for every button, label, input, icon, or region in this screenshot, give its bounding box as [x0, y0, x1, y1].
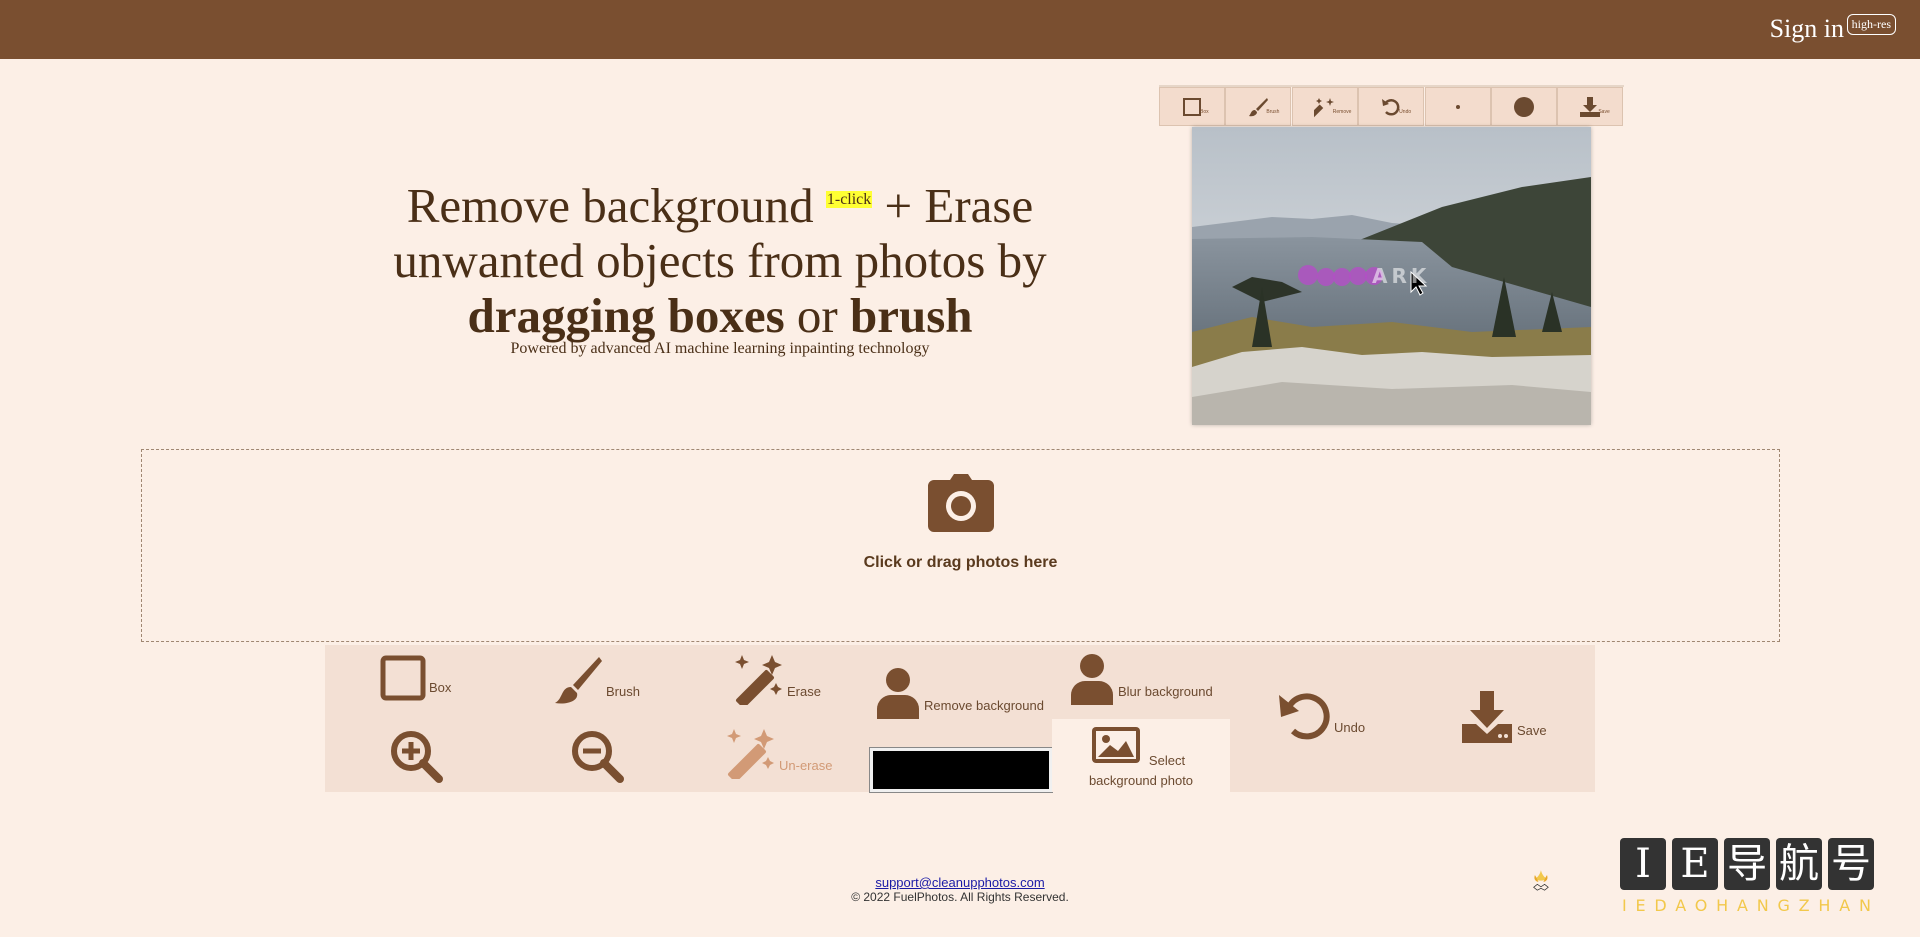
brush-tool-button[interactable]: Brush [553, 655, 640, 705]
tools-panel: Box Brush Erase Remove background Blur b… [325, 645, 1595, 793]
top-bar: Sign in high-res [0, 0, 1920, 59]
save-tool-button[interactable]: Save [1460, 690, 1547, 744]
square-icon [380, 655, 426, 701]
download-icon [1462, 691, 1512, 743]
lotus-logo [1533, 870, 1549, 891]
demo-large-brush-button[interactable] [1490, 87, 1557, 126]
tool-label: Save [1517, 723, 1547, 738]
hero-text: Remove background [406, 178, 826, 233]
magic-wand-icon [735, 655, 782, 705]
support-email-link[interactable]: support@cleanupphotos.com [875, 875, 1044, 890]
tool-label: Erase [787, 684, 821, 699]
zoom-in-icon [391, 731, 443, 783]
unerase-tool-button[interactable]: Un-erase [724, 727, 832, 779]
undo-icon [1279, 693, 1330, 740]
demo-undo-button[interactable]: Undo [1358, 87, 1425, 126]
select-bg-line2: background photo [1088, 773, 1194, 788]
hero-subtitle: Powered by advanced AI machine learning … [510, 340, 930, 357]
logo-char: 号 [1828, 838, 1874, 890]
tool-label: Un-erase [779, 758, 833, 773]
copyright-text: © 2022 FuelPhotos. All Rights Reserved. [851, 890, 1069, 904]
blur-background-button[interactable]: Blur background [1069, 653, 1213, 705]
zoom-out-icon [572, 731, 624, 783]
tool-label: Box [429, 680, 452, 695]
erase-tool-button[interactable]: Erase [732, 653, 821, 705]
tool-label: Remove background [924, 698, 1044, 713]
logo-char: 航 [1776, 838, 1822, 890]
demo-label: Brush [1266, 109, 1280, 115]
small-dot-icon [1455, 104, 1460, 109]
tool-label: Blur background [1118, 684, 1213, 699]
select-bg-line1: Select [1148, 753, 1186, 768]
zoom-in-button[interactable] [389, 729, 443, 783]
background-color-picker[interactable] [869, 747, 1053, 793]
large-dot-icon [1513, 96, 1534, 117]
demo-box-button[interactable]: Box [1159, 87, 1225, 126]
hero-text: or [784, 288, 850, 343]
hero-line-3: dragging boxes or brush [300, 288, 1140, 343]
one-click-highlight: 1-click [825, 191, 873, 208]
logo-subtitle: IEDAOHANGZHAN [1622, 896, 1880, 915]
camera-icon [928, 474, 994, 532]
magic-wand-icon [727, 729, 774, 779]
demo-label: Save [1598, 109, 1610, 115]
hero-heading: Remove background 1-click + Erase unwant… [300, 172, 1140, 358]
logo-characters: I E 导 航 号 [1620, 838, 1874, 890]
high-res-badge: high-res [1846, 14, 1896, 35]
hero-line-2: unwanted objects from photos by [393, 233, 1047, 288]
select-background-photo-button[interactable]: Select background photo [1052, 719, 1230, 792]
brush-icon [555, 657, 602, 704]
hero-bold-text: brush [849, 288, 973, 343]
hero-line-1: Remove background 1-click + Erase [300, 172, 1140, 233]
demo-brush-button[interactable]: Brush [1225, 87, 1292, 126]
person-icon [1071, 654, 1113, 705]
demo-small-brush-button[interactable] [1424, 87, 1491, 126]
demo-label: Remove [1332, 109, 1352, 115]
demo-save-button[interactable]: Save [1557, 87, 1624, 126]
dropzone-label: Click or drag photos here [863, 554, 1058, 571]
hero-bold-text: dragging boxes [467, 288, 785, 343]
demo-label: Undo [1399, 109, 1412, 115]
logo-char: E [1672, 838, 1718, 890]
logo-char: 导 [1724, 838, 1770, 890]
demo-remove-button[interactable]: Remove [1291, 87, 1358, 126]
sign-in-link[interactable]: Sign in [1770, 14, 1844, 44]
demo-label: Box [1200, 109, 1209, 115]
photo-dropzone[interactable]: Click or drag photos here [141, 449, 1780, 642]
demo-toolbar: Box Brush Remove Undo Save [1159, 85, 1624, 126]
select-background-label: Select background photo [1052, 751, 1230, 791]
tool-label: Undo [1334, 720, 1366, 735]
logo-char: I [1620, 838, 1666, 890]
remove-background-button[interactable]: Remove background [875, 667, 1044, 719]
demo-watermark-text: ARK [1372, 264, 1431, 288]
person-icon [877, 668, 919, 719]
box-tool-button[interactable]: Box [380, 655, 451, 701]
undo-tool-button[interactable]: Undo [1277, 689, 1365, 741]
square-icon [1183, 97, 1201, 116]
tool-label: Brush [606, 684, 640, 699]
hero-text: + Erase [872, 178, 1034, 233]
zoom-out-button[interactable] [570, 729, 624, 783]
